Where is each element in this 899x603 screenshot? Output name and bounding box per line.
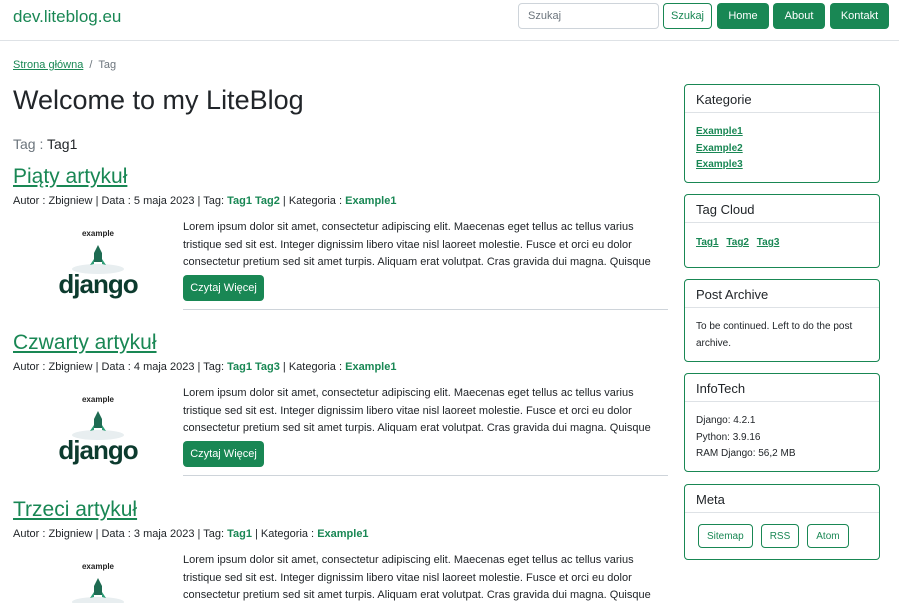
post-author: Zbigniew <box>48 195 93 207</box>
post-card: Czwarty artykuł Autor : Zbigniew | Data … <box>13 331 668 491</box>
post-meta: Autor : Zbigniew | Data : 4 maja 2023 | … <box>13 361 396 373</box>
category-link[interactable]: Example2 <box>696 141 868 158</box>
post-image: example django <box>53 389 143 479</box>
meta-category-label: | Kategoria : <box>282 361 343 373</box>
meta-author-label: Autor : <box>13 195 46 207</box>
breadcrumb-separator: / <box>89 59 93 71</box>
post-archive-card: Post Archive To be continued. Left to do… <box>684 279 880 362</box>
search-button[interactable]: Szukaj <box>663 3 712 29</box>
meta-tag-label: | Tag: <box>197 361 225 373</box>
infotech-title: InfoTech <box>685 374 879 402</box>
categories-card: Kategorie Example1 Example2 Example3 <box>684 84 880 183</box>
meta-title: Meta <box>685 485 879 513</box>
post-author: Zbigniew <box>48 528 93 540</box>
meta-author-label: Autor : <box>13 361 46 373</box>
post-excerpt: Lorem ipsum dolor sit amet, consectetur … <box>183 554 651 601</box>
post-tags-link[interactable]: Tag1 <box>227 528 252 540</box>
meta-tag-label: | Tag: <box>197 195 225 207</box>
post-image-wordmark: django <box>58 269 138 299</box>
post-tags-link[interactable]: Tag1 Tag3 <box>227 361 280 373</box>
meta-card: Meta Sitemap RSS Atom <box>684 484 880 560</box>
meta-date-label: | Data : <box>95 195 131 207</box>
post-image: example <box>53 556 143 603</box>
search-input[interactable] <box>518 3 659 29</box>
post-archive-text: To be continued. Left to do the post arc… <box>696 321 853 349</box>
tag-cloud-title: Tag Cloud <box>685 195 879 223</box>
meta-author-label: Autor : <box>13 528 46 540</box>
rss-button[interactable]: RSS <box>760 524 800 548</box>
post-image-caption: example <box>81 395 115 404</box>
post-divider <box>183 475 668 476</box>
post-image: example django <box>53 223 143 313</box>
category-link[interactable]: Example3 <box>696 157 868 174</box>
post-card: Trzeci artykuł Autor : Zbigniew | Data :… <box>13 498 668 603</box>
post-category-link[interactable]: Example1 <box>345 195 396 207</box>
post-category-link[interactable]: Example1 <box>345 361 396 373</box>
nav-about-button[interactable]: About <box>773 3 825 29</box>
category-link[interactable]: Example1 <box>696 124 868 141</box>
post-title-link[interactable]: Piąty artykuł <box>13 165 127 188</box>
post-date: 5 maja 2023 <box>133 195 195 207</box>
meta-category-label: | Kategoria : <box>282 195 343 207</box>
post-image-caption: example <box>81 562 115 571</box>
infotech-card: InfoTech Django: 4.2.1 Python: 3.9.16 RA… <box>684 373 880 472</box>
nav-contact-button[interactable]: Kontakt <box>830 3 889 29</box>
meta-tag-label: | Tag: <box>197 528 225 540</box>
tag-cloud-link[interactable]: Tag2 <box>726 237 749 248</box>
read-more-button[interactable]: Czytaj Więcej <box>183 441 264 467</box>
tag-cloud-link[interactable]: Tag3 <box>757 237 780 248</box>
page-title: Welcome to my LiteBlog <box>13 85 304 115</box>
infotech-django-version: Django: 4.2.1 <box>696 415 756 426</box>
meta-category-label: | Kategoria : <box>255 528 315 540</box>
rocket-icon <box>72 578 124 603</box>
tag-filter-label: Tag : <box>13 136 44 152</box>
breadcrumb-home-link[interactable]: Strona główna <box>13 59 83 71</box>
sitemap-button[interactable]: Sitemap <box>698 524 753 548</box>
post-title-link[interactable]: Trzeci artykuł <box>13 498 137 521</box>
post-image-caption: example <box>81 229 115 238</box>
tag-filter-value: Tag1 <box>47 136 78 152</box>
post-archive-title: Post Archive <box>685 280 879 308</box>
categories-title: Kategorie <box>685 85 879 113</box>
post-card: Piąty artykuł Autor : Zbigniew | Data : … <box>13 165 668 325</box>
post-image-wordmark: django <box>58 435 138 465</box>
post-category-link[interactable]: Example1 <box>317 528 368 540</box>
post-divider <box>183 309 668 310</box>
post-author: Zbigniew <box>48 361 93 373</box>
breadcrumb: Strona główna / Tag <box>13 59 116 71</box>
post-meta: Autor : Zbigniew | Data : 5 maja 2023 | … <box>13 195 396 207</box>
brand-link[interactable]: dev.liteblog.eu <box>13 7 121 27</box>
nav-home-button[interactable]: Home <box>717 3 769 29</box>
atom-button[interactable]: Atom <box>807 524 849 548</box>
tag-cloud-card: Tag Cloud Tag1 Tag2 Tag3 <box>684 194 880 268</box>
meta-date-label: | Data : <box>95 528 131 540</box>
post-date: 4 maja 2023 <box>133 361 195 373</box>
tag-cloud-link[interactable]: Tag1 <box>696 237 719 248</box>
infotech-ram-usage: RAM Django: 56,2 MB <box>696 448 796 459</box>
post-meta: Autor : Zbigniew | Data : 3 maja 2023 | … <box>13 528 369 540</box>
infotech-python-version: Python: 3.9.16 <box>696 431 761 443</box>
post-title-link[interactable]: Czwarty artykuł <box>13 331 157 354</box>
post-tags-link[interactable]: Tag1 Tag2 <box>227 195 280 207</box>
breadcrumb-current: Tag <box>98 59 117 71</box>
meta-date-label: | Data : <box>95 361 131 373</box>
post-date: 3 maja 2023 <box>133 528 195 540</box>
navbar: dev.liteblog.eu Szukaj Home About Kontak… <box>0 0 899 41</box>
tag-filter: Tag : Tag1 <box>13 136 77 152</box>
read-more-button[interactable]: Czytaj Więcej <box>183 275 264 301</box>
